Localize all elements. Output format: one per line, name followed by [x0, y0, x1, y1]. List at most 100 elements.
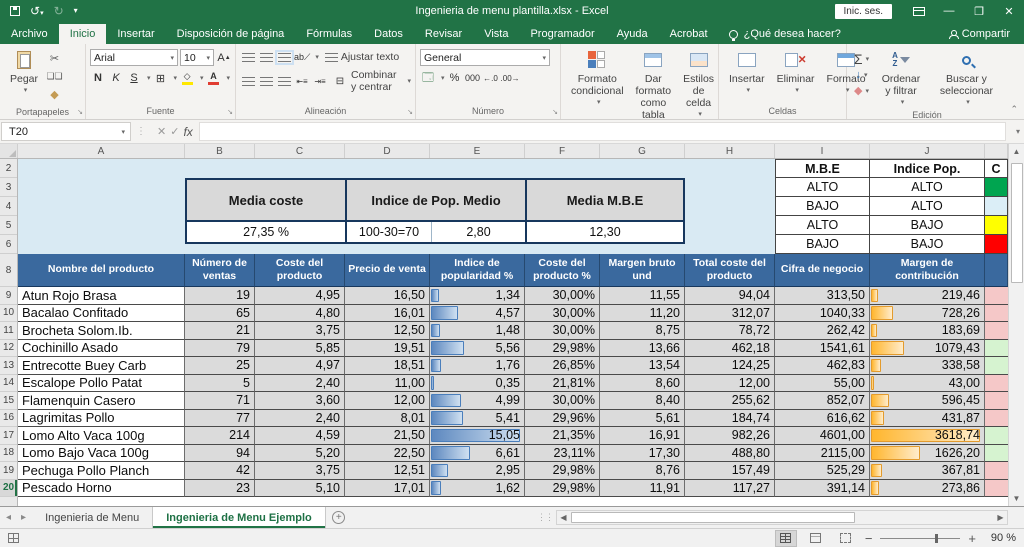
cell-precio[interactable]: 19,51 [345, 339, 430, 357]
ribbon-tab-inicio[interactable]: Inicio [58, 24, 107, 44]
cell-precio[interactable]: 12,50 [345, 322, 430, 340]
increase-decimal-icon[interactable]: ←.0 [483, 70, 499, 86]
cell-precio[interactable]: 12,00 [345, 392, 430, 410]
wrap-text-button[interactable]: Ajustar texto [324, 51, 399, 63]
share-button[interactable]: Compartir [935, 24, 1024, 44]
alignment-dialog-launcher-icon[interactable]: ↘ [407, 108, 413, 116]
row-header-11[interactable]: 11 [0, 322, 17, 340]
find-select-button[interactable]: Buscar y seleccionar ▾ [930, 47, 1003, 109]
formula-input[interactable] [198, 122, 1006, 141]
align-middle-icon[interactable] [258, 49, 274, 65]
clear-icon[interactable]: ◆ ▾ [853, 83, 870, 98]
cell-indice-popularidad[interactable]: 2,95 [430, 462, 525, 480]
summary-value-formula[interactable]: 100-30=70 [347, 222, 432, 242]
cell-cifra-negocio[interactable]: 462,83 [775, 357, 870, 375]
row-header-19[interactable]: 19 [0, 462, 17, 480]
cell-ventas[interactable]: 65 [185, 304, 255, 322]
column-header-d[interactable]: D [345, 144, 430, 158]
cell-category-color[interactable] [985, 357, 1008, 375]
vertical-scrollbar-thumb[interactable] [1010, 163, 1023, 283]
zoom-level[interactable]: 90 % [984, 532, 1016, 544]
cell-ventas[interactable]: 25 [185, 357, 255, 375]
ribbon-tab-insertar[interactable]: Insertar [106, 24, 165, 44]
matrix-mbe-3[interactable]: BAJO [775, 235, 870, 254]
matrix-color-swatch-3[interactable] [985, 235, 1008, 254]
autosum-icon[interactable]: Σ ▾ [853, 51, 870, 67]
cell-ventas[interactable]: 23 [185, 479, 255, 497]
cell-precio[interactable]: 8,01 [345, 409, 430, 427]
cell-cifra-negocio[interactable]: 616,62 [775, 409, 870, 427]
cell-name[interactable]: Pescado Horno [18, 479, 185, 497]
ribbon-tab-f-rmulas[interactable]: Fórmulas [295, 24, 363, 44]
cell-coste[interactable]: 4,80 [255, 304, 345, 322]
cell-indice-popularidad[interactable]: 1,48 [430, 322, 525, 340]
matrix-pop-2[interactable]: BAJO [870, 216, 985, 235]
sort-filter-button[interactable]: AZ Ordenar y filtrar ▾ [872, 47, 930, 109]
cell-indice-popularidad[interactable]: 6,61 [430, 444, 525, 462]
cell-cifra-negocio[interactable]: 262,42 [775, 322, 870, 340]
cell-total-coste[interactable]: 12,00 [685, 374, 775, 392]
zoom-slider[interactable] [880, 533, 961, 543]
table-header-n-mero-de-ventas[interactable]: Número de ventas [185, 254, 255, 287]
ribbon-tab-programador[interactable]: Programador [519, 24, 605, 44]
row-header-15[interactable]: 15 [0, 392, 17, 410]
cell-name[interactable]: Pechuga Pollo Planch [18, 462, 185, 480]
cell-name[interactable]: Brocheta Solom.Ib. [18, 322, 185, 340]
column-header-i[interactable]: I [775, 144, 870, 158]
cell-name[interactable]: Lagrimitas Pollo [18, 409, 185, 427]
cell-indice-popularidad[interactable]: 0,35 [430, 374, 525, 392]
cell-indice-popularidad[interactable]: 1,34 [430, 287, 525, 305]
number-format-combo[interactable]: General ▾ [420, 49, 550, 66]
row-header-16[interactable]: 16 [0, 410, 17, 427]
matrix-color-swatch-1[interactable] [985, 197, 1008, 216]
underline-button[interactable]: S [126, 70, 142, 86]
scroll-right-icon[interactable]: ▶ [994, 513, 1007, 522]
ribbon-tab-archivo[interactable]: Archivo [0, 24, 59, 44]
align-top-icon[interactable] [240, 49, 256, 65]
table-header-margen-bruto-und[interactable]: Margen bruto und [600, 254, 685, 287]
zoom-in-button[interactable]: + [968, 532, 976, 545]
percent-style-button[interactable]: % [447, 70, 463, 86]
cell-margen-bruto[interactable]: 5,61 [600, 409, 685, 427]
cell-precio[interactable]: 16,50 [345, 287, 430, 305]
align-right-icon[interactable] [276, 73, 292, 89]
cell-category-color[interactable] [985, 392, 1008, 410]
cell-name[interactable]: Cochinillo Asado [18, 339, 185, 357]
cell-ventas[interactable]: 94 [185, 444, 255, 462]
cell-coste[interactable]: 4,97 [255, 357, 345, 375]
column-header-b[interactable]: B [185, 144, 255, 158]
column-header-e[interactable]: E [430, 144, 525, 158]
summary-value-indice[interactable]: 2,80 [432, 222, 527, 242]
matrix-mbe-2[interactable]: ALTO [775, 216, 870, 235]
cell-coste[interactable]: 4,95 [255, 287, 345, 305]
cell-cifra-negocio[interactable]: 1541,61 [775, 339, 870, 357]
cell-ventas[interactable]: 21 [185, 322, 255, 340]
cell-ventas[interactable]: 5 [185, 374, 255, 392]
cell-indice-popularidad[interactable]: 1,62 [430, 479, 525, 497]
column-header-partial[interactable] [985, 144, 1008, 158]
record-macro-icon[interactable] [8, 533, 19, 543]
cell-coste-pct[interactable]: 21,35% [525, 427, 600, 445]
matrix-pop-1[interactable]: ALTO [870, 197, 985, 216]
cell-margen-bruto[interactable]: 8,75 [600, 322, 685, 340]
cell-cifra-negocio[interactable]: 1040,33 [775, 304, 870, 322]
ribbon-tab-acrobat[interactable]: Acrobat [659, 24, 719, 44]
cell-total-coste[interactable]: 184,74 [685, 409, 775, 427]
page-break-view-button[interactable] [835, 530, 857, 547]
cell-precio[interactable]: 17,01 [345, 479, 430, 497]
cell-coste[interactable]: 2,40 [255, 374, 345, 392]
ribbon-tab-disposici-n-de-p-gina[interactable]: Disposición de página [166, 24, 296, 44]
cell-indice-popularidad[interactable]: 5,41 [430, 409, 525, 427]
cell-cifra-negocio[interactable]: 391,14 [775, 479, 870, 497]
tell-me-search[interactable]: ¿Qué desea hacer? [719, 24, 851, 44]
cancel-entry-icon[interactable]: ✕ [157, 125, 166, 138]
cell-margen-bruto[interactable]: 8,60 [600, 374, 685, 392]
cell-ventas[interactable]: 71 [185, 392, 255, 410]
cell-styles-button[interactable]: Estilos de celda ▾ [677, 47, 720, 121]
minimize-button[interactable]: — [934, 0, 964, 22]
cell-precio[interactable]: 22,50 [345, 444, 430, 462]
ribbon-display-options-icon[interactable] [904, 0, 934, 22]
cell-precio[interactable]: 11,00 [345, 374, 430, 392]
cell-coste-pct[interactable]: 29,98% [525, 479, 600, 497]
row-header-6[interactable]: 6 [0, 235, 17, 254]
